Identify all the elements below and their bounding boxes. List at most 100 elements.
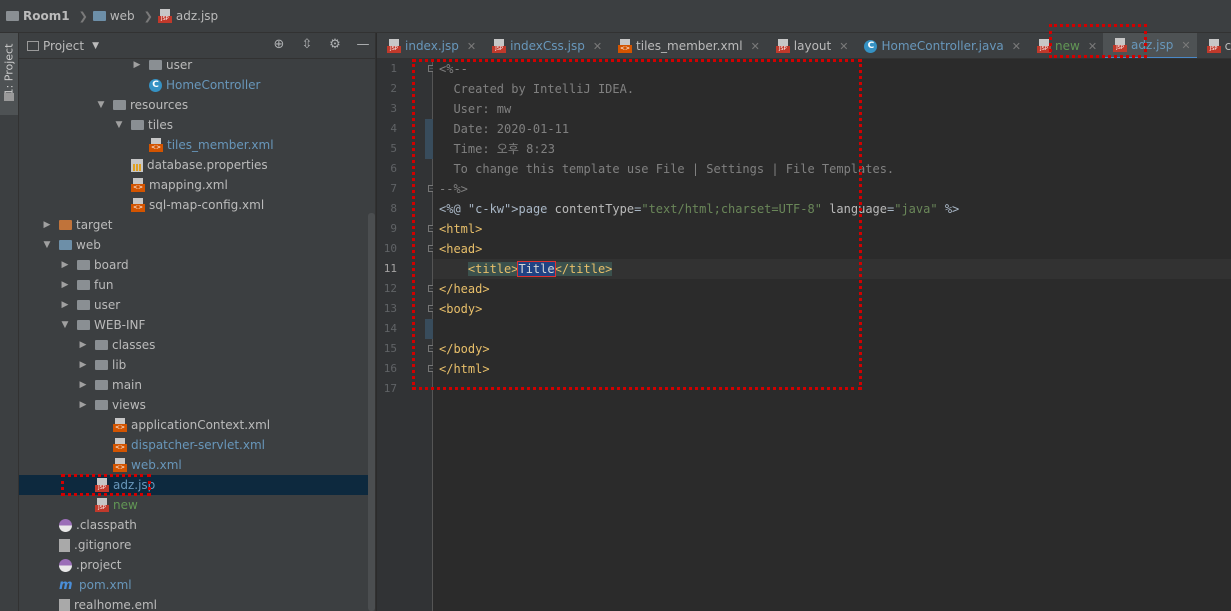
xml-file-icon <box>131 198 145 212</box>
line-number: 7 <box>390 182 397 195</box>
tree-item[interactable]: adz.jsp <box>19 475 375 495</box>
tab-label: layout <box>793 39 832 53</box>
tree-item[interactable]: web.xml <box>19 455 375 475</box>
tree-item[interactable]: ▶ board <box>19 255 375 275</box>
close-icon[interactable]: ✕ <box>1012 40 1021 53</box>
chevron-right-icon[interactable]: ▶ <box>59 260 71 270</box>
chevron-down-icon[interactable]: ▼ <box>92 41 99 51</box>
chevron-right-icon[interactable]: ▶ <box>77 380 89 390</box>
jsp-file-icon <box>95 478 109 492</box>
breadcrumb-web[interactable]: web <box>92 9 135 23</box>
jsp-file-icon <box>157 9 172 23</box>
gear-icon[interactable]: ⚙ <box>327 37 343 53</box>
tree-item[interactable]: ▼ WEB-INF <box>19 315 375 335</box>
tree-item[interactable]: m pom.xml <box>19 575 375 595</box>
tree-item[interactable]: new <box>19 495 375 515</box>
tool-window-strip: 1: Project <box>0 33 19 611</box>
tree-item[interactable]: mapping.xml <box>19 175 375 195</box>
tree-item[interactable]: database.properties <box>19 155 375 175</box>
editor-tab[interactable]: new ✕ <box>1027 33 1103 58</box>
chevron-down-icon[interactable]: ▼ <box>95 100 107 110</box>
tree-item[interactable]: applicationContext.xml <box>19 415 375 435</box>
tree-item[interactable]: .classpath <box>19 515 375 535</box>
tree-item[interactable]: .project <box>19 555 375 575</box>
chevron-down-icon[interactable]: ▼ <box>41 240 53 250</box>
web-folder-icon <box>59 240 72 250</box>
tree-item-label: web.xml <box>131 458 182 472</box>
code-line: <title>Title</title> <box>467 261 613 277</box>
folder-icon <box>95 360 108 370</box>
close-icon[interactable]: ✕ <box>1088 40 1097 53</box>
tree-item[interactable]: ▼ tiles <box>19 115 375 135</box>
chevron-right-icon[interactable]: ▶ <box>77 400 89 410</box>
chevron-right-icon[interactable]: ▶ <box>59 300 71 310</box>
line-number: 10 <box>383 242 397 255</box>
tree-item-label: dispatcher-servlet.xml <box>131 438 265 452</box>
jsp-file-icon <box>95 498 109 512</box>
tab-label: tiles_member.xml <box>636 39 743 53</box>
close-icon[interactable]: ✕ <box>751 40 760 53</box>
project-view-selector[interactable]: Project <box>43 39 84 53</box>
folder-icon <box>77 300 90 310</box>
chevron-right-icon[interactable]: ▶ <box>77 340 89 350</box>
editor-tab[interactable]: index.jsp ✕ <box>377 33 482 58</box>
tree-item[interactable]: ▶ classes <box>19 335 375 355</box>
tree-item[interactable]: sql-map-config.xml <box>19 195 375 215</box>
chevron-right-icon[interactable]: ▶ <box>59 280 71 290</box>
code-editor[interactable]: <%-- Created by IntelliJ IDEA. User: mw … <box>433 59 1231 611</box>
tree-item[interactable]: ▶ user <box>19 55 375 75</box>
chevron-right-icon[interactable]: ▶ <box>41 220 53 230</box>
tree-item[interactable]: ▶ user <box>19 295 375 315</box>
tree-item-label: tiles <box>148 118 174 132</box>
editor-tab[interactable]: indexCss.jsp ✕ <box>482 33 608 58</box>
editor-tab[interactable]: css.jsp✕ <box>1197 33 1231 58</box>
line-number: 4 <box>390 122 397 135</box>
close-icon[interactable]: ✕ <box>467 40 476 53</box>
folder-icon <box>131 120 144 130</box>
folder-icon <box>77 320 90 330</box>
tree-item[interactable]: dispatcher-servlet.xml <box>19 435 375 455</box>
project-tool-tab[interactable]: 1: Project <box>0 33 18 115</box>
folder-icon <box>95 400 108 410</box>
tree-item-label: fun <box>94 278 114 292</box>
jsp-file-icon <box>387 39 401 53</box>
tree-item[interactable]: ▶ main <box>19 375 375 395</box>
breadcrumb-file[interactable]: adz.jsp <box>157 9 218 23</box>
scrollbar[interactable] <box>368 213 375 611</box>
tree-item[interactable]: ▶ fun <box>19 275 375 295</box>
tree-item[interactable]: C HomeController <box>19 75 375 95</box>
tree-item[interactable]: realhome.eml <box>19 595 375 611</box>
tree-item-label: pom.xml <box>79 578 132 592</box>
minimize-icon[interactable]: — <box>355 37 371 53</box>
collapse-all-icon[interactable]: ⇳ <box>299 37 315 53</box>
spring-xml-icon <box>113 418 127 432</box>
folder-icon <box>77 260 90 270</box>
code-line: <%-- <box>439 62 468 76</box>
close-icon[interactable]: ✕ <box>839 40 848 53</box>
tree-item[interactable]: ▼ resources <box>19 95 375 115</box>
tree-item[interactable]: ▶ lib <box>19 355 375 375</box>
editor-tab[interactable]: C HomeController.java ✕ <box>854 33 1027 58</box>
resources-folder-icon <box>113 100 126 110</box>
close-icon[interactable]: ✕ <box>1181 39 1190 52</box>
tree-item-label: sql-map-config.xml <box>149 198 265 212</box>
tree-item[interactable]: ▶ views <box>19 395 375 415</box>
tree-item[interactable]: ▶ target <box>19 215 375 235</box>
target-icon[interactable]: ⊕ <box>271 37 287 53</box>
editor-tab[interactable]: tiles_member.xml ✕ <box>608 33 766 58</box>
close-icon[interactable]: ✕ <box>593 40 602 53</box>
tree-item[interactable]: ▼ web <box>19 235 375 255</box>
chevron-right-icon[interactable]: ▶ <box>131 60 143 70</box>
tree-item[interactable]: .gitignore <box>19 535 375 555</box>
code-line: <html> <box>439 222 483 236</box>
editor-tab[interactable]: adz.jsp ✕ <box>1103 33 1197 58</box>
breadcrumb-project[interactable]: Room1 <box>6 9 70 23</box>
tab-label: new <box>1055 39 1080 53</box>
tree-item[interactable]: tiles_member.xml <box>19 135 375 155</box>
chevron-down-icon[interactable]: ▼ <box>113 120 125 130</box>
chevron-right-icon[interactable]: ▶ <box>77 360 89 370</box>
chevron-down-icon[interactable]: ▼ <box>59 320 71 330</box>
tree-item-label: applicationContext.xml <box>131 418 271 432</box>
editor-tab[interactable]: layout ✕ <box>766 33 855 58</box>
project-tree: ▶ user C HomeController ▼ resources ▼ tiles tile… <box>19 55 375 611</box>
